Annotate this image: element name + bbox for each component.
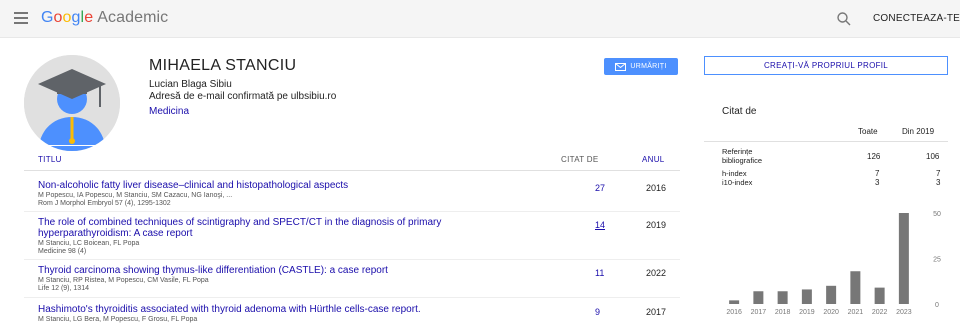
citations-per-year-chart: 2016 2017 2018 2019 2020 2021 2022 2023 50 25 0 [726,211,941,316]
article-title-line: hyperparathyroidism: A case report [38,228,193,239]
article-authors: M Stanciu, LG Bera, M Popescu, F Grosu, … [38,316,198,323]
citations-count-link[interactable]: 14 [595,220,605,230]
search-icon[interactable] [836,11,852,27]
cited-by-col-since: Din 2019 [902,127,935,136]
email-icon [615,62,627,71]
chart-bar[interactable] [729,300,740,304]
article-year: 2017 [646,307,667,317]
article-source: Rom J Morphol Embryol 57 (4), 1295-1302 [38,200,171,207]
logo-suffix: Academic [97,9,169,26]
create-profile-button[interactable]: CREAȚI-VĂ PROPRIUL PROFIL [704,56,948,75]
logo-letter: e [84,9,94,26]
chart-bar[interactable] [898,213,909,304]
article-title-link[interactable]: Non-alcoholic fatty liver disease–clinic… [38,180,538,191]
metric-all-value: 3 [875,178,880,187]
article-title-link[interactable]: The role of combined techniques of scint… [38,217,538,239]
article-title-line: The role of combined techniques of scint… [38,217,442,228]
chart-bar[interactable] [874,287,885,304]
article-year: 2022 [646,268,667,278]
chart-bar[interactable] [753,291,764,304]
profile-email: Adresă de e-mail confirmată pe ulbsibiu.… [149,91,337,102]
chart-bar[interactable] [850,271,861,304]
article-title-link[interactable]: Hashimoto's thyroiditis associated with … [38,304,538,315]
article-source: Medicine 98 (4) [38,248,87,255]
row-divider [24,211,680,212]
x-tick-label: 2021 [848,309,864,316]
metric-since-value: 7 [936,169,941,178]
logo-letter: o [62,9,72,26]
article-year: 2019 [646,220,667,230]
x-tick-label: 2020 [823,309,839,316]
citations-count-link[interactable]: 11 [595,268,604,278]
avatar [24,55,120,151]
chart-bar[interactable] [826,285,837,304]
metric-label-line: Referințe [722,147,753,156]
metric-label-line: bibliografice [722,156,763,165]
y-tick-label: 25 [933,257,941,264]
x-tick-label: 2018 [775,309,791,316]
x-tick-label: 2016 [726,309,742,316]
metric-since-value: 106 [926,152,940,161]
article-title-link[interactable]: Thyroid carcinoma showing thymus-like di… [38,265,538,276]
top-bar: Google Academic CONECTEAZĂ-TE [0,0,960,38]
x-tick-label: 2019 [799,309,815,316]
metric-label[interactable]: h-index [722,169,747,178]
chart-bar[interactable] [777,291,788,304]
x-tick-label: 2022 [872,309,888,316]
metric-all-value: 7 [875,169,880,178]
follow-label: URMĂRIȚI [630,63,667,70]
divider [704,141,948,142]
article-year: 2016 [646,183,667,193]
article-source: Life 12 (9), 1314 [38,285,89,292]
graduate-avatar-icon [24,55,120,151]
row-divider [24,259,680,260]
app-logo[interactable]: Google Academic [41,9,168,27]
metric-label[interactable]: i10-index [722,178,752,187]
sort-by-citations[interactable]: CITAT DE [561,155,599,164]
y-tick-label: 0 [935,302,939,309]
row-divider [24,297,680,298]
logo-letter: g [71,9,81,26]
metric-since-value: 3 [936,178,941,187]
citations-count-link[interactable]: 27 [595,183,605,193]
articles-table-header: TITLU CITAT DE ANUL [24,145,680,171]
sign-in-link[interactable]: CONECTEAZĂ-TE [873,13,960,24]
y-tick-label: 50 [933,211,941,218]
cited-by-col-all: Toate [858,127,878,136]
logo-letter: o [53,9,63,26]
metric-all-value: 126 [867,152,881,161]
menu-icon[interactable] [14,12,28,24]
chart-bar[interactable] [801,289,812,304]
citations-count-link[interactable]: 9 [595,307,600,317]
sort-by-title[interactable]: TITLU [38,155,62,164]
follow-button[interactable]: URMĂRIȚI [604,58,678,75]
sort-by-year[interactable]: ANUL [642,155,665,164]
x-tick-label: 2023 [896,309,912,316]
logo-letter: G [41,9,54,26]
x-tick-label: 2017 [751,309,767,316]
profile-affiliation: Lucian Blaga Sibiu [149,79,232,90]
profile-name: MIHAELA STANCIU [149,57,297,74]
research-interest-link[interactable]: Medicina [149,106,189,117]
metric-label[interactable]: Referințe bibliografice [722,147,762,165]
cited-by-title: Citat de [722,106,757,117]
